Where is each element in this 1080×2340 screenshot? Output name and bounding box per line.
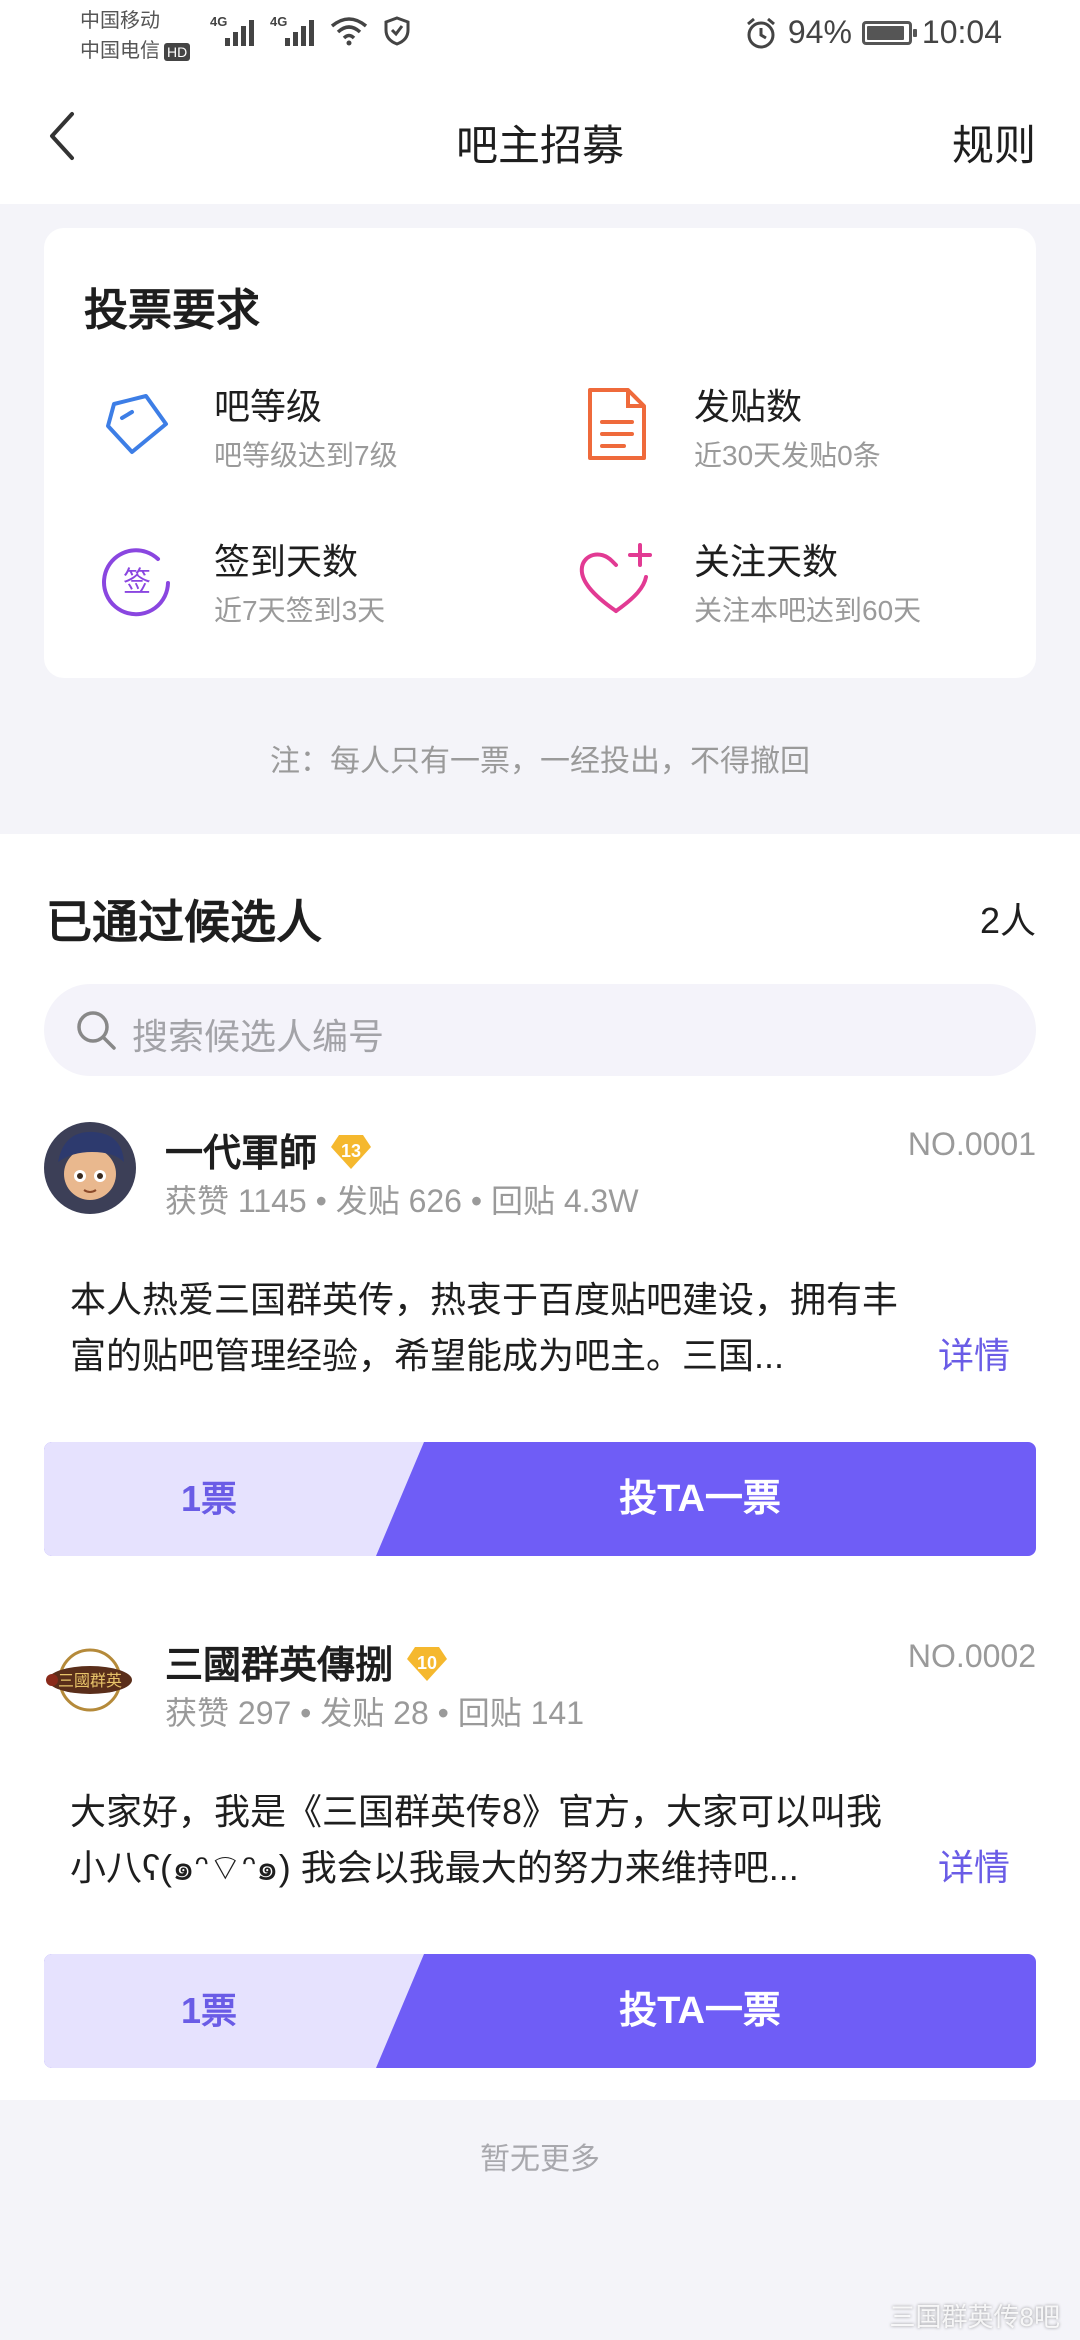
carrier-1: 中国移动 (80, 10, 160, 32)
search-bar[interactable]: 搜索候选人编号 (44, 984, 1036, 1076)
status-right: 94% 10:04 (744, 14, 1002, 51)
candidate-number: NO.0001 (907, 1126, 1036, 1162)
candidate-card: 三國群英 三國群英傳捌 10 NO.0002 获赞 297 • 发贴 28 • 回… (0, 1634, 1080, 2124)
vote-button[interactable]: 投TA一票 (364, 1954, 1036, 2068)
voting-requirements-card: 投票要求 吧等级 吧等级达到7级 发贴数 近30天发贴0条 签 签到天数 近7天… (44, 228, 1036, 678)
hd-badge: HD (164, 42, 191, 61)
requirement-desc: 近30天发贴0条 (694, 440, 881, 471)
svg-text:三國群英: 三國群英 (58, 1671, 122, 1690)
wifi-icon (330, 17, 368, 46)
battery-icon (861, 20, 917, 45)
vote-count: 1票 (180, 1478, 238, 1519)
requirements-title: 投票要求 (84, 286, 260, 335)
vote-bar: 1票 投TA一票 (44, 1954, 1036, 2068)
requirement-name: 吧等级 (214, 386, 323, 427)
requirement-follow-days: 关注天数 关注本吧达到60天 (574, 533, 1034, 643)
candidate-stats: 获赞 1145 • 发贴 626 • 回贴 4.3W (165, 1183, 639, 1219)
avatar[interactable] (44, 1122, 136, 1214)
requirement-name: 签到天数 (214, 541, 359, 582)
no-more-text: 暂无更多 (480, 2143, 600, 2176)
battery-percent: 94% (787, 14, 852, 50)
requirement-sign-in-days: 签 签到天数 近7天签到3天 (94, 533, 554, 643)
alarm-icon (746, 17, 775, 48)
candidates-count: 2人 (979, 900, 1036, 941)
search-icon (77, 1011, 116, 1050)
requirement-post-count: 发贴数 近30天发贴0条 (574, 378, 1034, 488)
avatar[interactable]: 三國群英 (44, 1634, 136, 1726)
search-input[interactable]: 搜索候选人编号 (132, 1008, 384, 1060)
requirement-name: 发贴数 (694, 386, 803, 427)
vote-bar: 1票 投TA一票 (44, 1442, 1036, 1556)
candidate-intro: 本人热爱三国群英传，热衷于百度贴吧建设，拥有丰 富的贴吧管理经验，希望能成为吧主… (70, 1279, 899, 1376)
candidates-title: 已通过候选人 (46, 896, 322, 948)
candidate-intro: 大家好，我是《三国群英传8》官方，大家可以叫我 小八ʕ(๑ᵔ⌔ᵔ๑) 我会以我最… (70, 1791, 883, 1888)
candidate-name[interactable]: 一代軍師 13 (165, 1122, 373, 1177)
signal-icon: 4G (210, 14, 254, 48)
signal-icon: 4G (270, 14, 314, 48)
shield-icon (384, 16, 410, 46)
sign-in-icon: 签 (102, 548, 170, 617)
rules-link[interactable]: 规则 (952, 112, 1036, 173)
requirement-desc: 吧等级达到7级 (214, 440, 398, 471)
document-icon (588, 388, 646, 460)
details-link[interactable]: 详情 (938, 1840, 1010, 1896)
svg-text:签: 签 (123, 565, 151, 598)
level-badge: 13 (329, 1133, 373, 1171)
carrier-info: 中国移动 中国电信 HD (80, 6, 191, 66)
nav-bar: 吧主招募 规则 (0, 76, 1080, 204)
candidate-card: 一代軍師 13 NO.0001 获赞 1145 • 发贴 626 • 回贴 4.3… (0, 1122, 1080, 1612)
vote-button[interactable]: 投TA一票 (364, 1442, 1036, 1556)
requirement-desc: 近7天签到3天 (214, 595, 386, 626)
candidates-section: 已通过候选人 2人 搜索候选人编号 一代軍師 13 NO.0001 获赞 1145… (0, 834, 1080, 2100)
voting-note: 注：每人只有一票，一经投出，不得撤回 (270, 745, 810, 778)
requirement-bar-level: 吧等级 吧等级达到7级 (94, 378, 554, 488)
signal-indicators: 4G 4G (210, 14, 410, 48)
watermark: 三国群英传8吧 (889, 2302, 1060, 2332)
candidate-stats: 获赞 297 • 发贴 28 • 回贴 141 (165, 1695, 585, 1731)
diamond-icon (106, 394, 168, 454)
level-badge: 10 (405, 1645, 449, 1683)
details-link[interactable]: 详情 (938, 1328, 1010, 1384)
vote-count: 1票 (180, 1990, 238, 2031)
requirement-desc: 关注本吧达到60天 (694, 595, 922, 626)
carrier-2: 中国电信 (80, 40, 160, 62)
candidate-number: NO.0002 (907, 1638, 1036, 1674)
requirement-name: 关注天数 (694, 541, 839, 582)
page-title: 吧主招募 (455, 122, 624, 169)
candidate-name[interactable]: 三國群英傳捌 10 (165, 1634, 449, 1689)
status-bar: 中国移动 中国电信 HD 4G 4G 94% 10:04 (0, 0, 1080, 76)
heart-plus-icon (579, 543, 652, 613)
clock: 10:04 (921, 14, 1002, 50)
